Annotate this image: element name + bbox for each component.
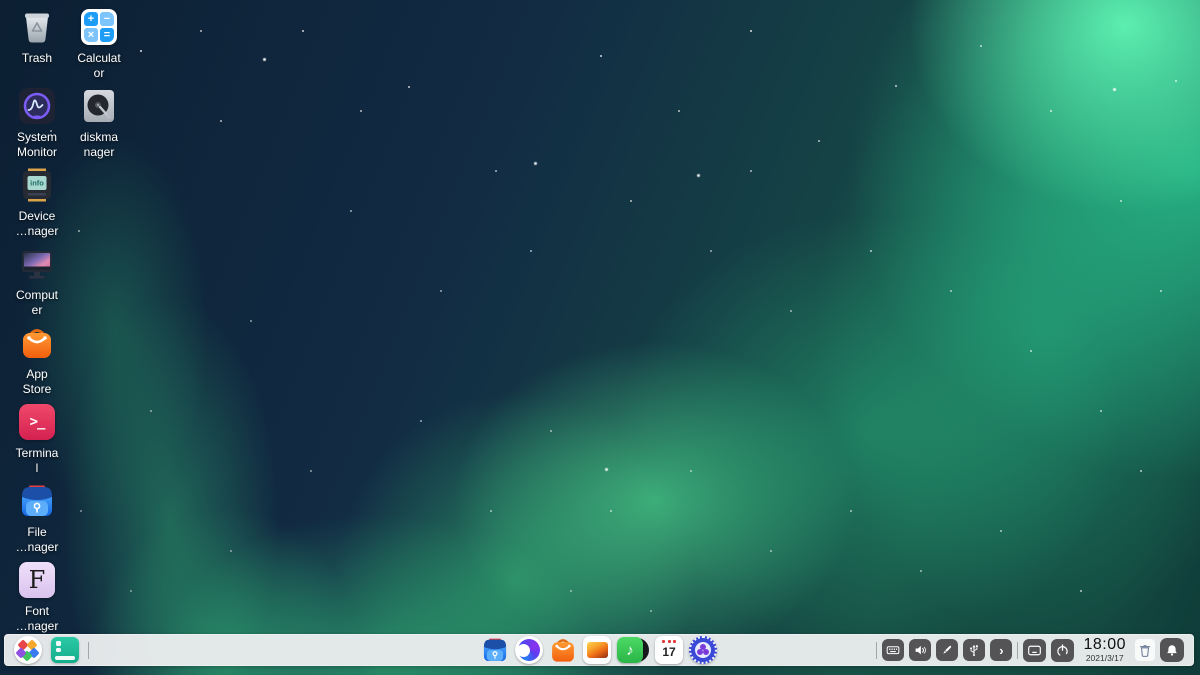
dock-app-control-center[interactable] <box>688 635 718 665</box>
desktop-icon-disk-manager[interactable]: diskma nager <box>68 87 130 159</box>
computer-icon <box>18 245 56 283</box>
multitask-square <box>56 648 61 653</box>
control-center-lobe <box>703 649 709 655</box>
volume-tray-button[interactable] <box>909 639 931 661</box>
dock-app-calendar[interactable]: 17 <box>654 635 684 665</box>
disk-manager-icon <box>80 87 118 125</box>
desktop-icon-computer[interactable]: Comput er <box>6 245 68 317</box>
tablet-pen-tray-button[interactable] <box>936 639 958 661</box>
album-photo <box>587 642 608 658</box>
control-center-icon <box>689 636 717 664</box>
keyboard-icon <box>885 642 901 658</box>
desktop-icon-label: Termina l <box>16 446 59 475</box>
dock-app-album[interactable] <box>582 635 612 665</box>
dock-divider <box>876 642 877 659</box>
desktop-icon-terminal[interactable]: >_ Termina l <box>6 403 68 475</box>
album-icon <box>583 636 611 664</box>
calendar-day: 17 <box>662 645 675 659</box>
app-store-icon <box>549 636 577 664</box>
desktop-icon-label: Calculat or <box>77 51 120 80</box>
browser-crescent <box>517 644 530 657</box>
dock-app-music[interactable]: ♪ <box>616 635 650 665</box>
desktop-icon-font-manager[interactable]: F Font …nager <box>6 561 68 633</box>
calendar-rings <box>662 640 676 643</box>
usb-icon <box>966 642 982 658</box>
dock-app-app-store[interactable] <box>548 635 578 665</box>
pen-icon <box>939 642 955 658</box>
power-icon <box>1054 642 1071 659</box>
multitask-square <box>56 641 61 646</box>
calc-multiply: × <box>84 28 98 42</box>
notification-center-button[interactable] <box>1160 638 1184 662</box>
desktop-icon-calculator[interactable]: + − × = Calculat or <box>68 8 130 80</box>
dock-app-file-manager[interactable] <box>480 635 510 665</box>
trash-small-icon <box>1138 643 1152 658</box>
dock-trash-button[interactable] <box>1135 639 1155 661</box>
desktop-icon-label: App Store <box>23 367 52 396</box>
dock-divider <box>88 642 89 659</box>
desktop-icon-app-store[interactable]: App Store <box>6 324 68 396</box>
dock-divider <box>1017 642 1018 659</box>
calc-plus: + <box>84 12 98 26</box>
desktop-icon-label: Font …nager <box>16 604 59 633</box>
trash-icon <box>18 8 56 46</box>
tray-expand-button[interactable]: › <box>990 639 1012 661</box>
chevron-right-icon: › <box>999 643 1003 658</box>
dock-left-section <box>14 636 89 664</box>
desktop-icon-file-manager[interactable]: File …nager <box>6 482 68 554</box>
usb-device-tray-button[interactable] <box>963 639 985 661</box>
terminal-prompt: >_ <box>30 414 45 430</box>
speaker-icon <box>912 642 928 658</box>
multitasking-view-button[interactable] <box>51 637 79 663</box>
file-manager-icon <box>18 482 56 520</box>
desktop-icon-system-monitor[interactable]: System Monitor <box>6 87 68 159</box>
desktop-icon-label: File …nager <box>16 525 59 554</box>
calc-equals: = <box>100 28 114 42</box>
desktop-icon-label: System Monitor <box>17 130 57 159</box>
font-manager-letter: F <box>29 566 46 594</box>
desktop-icon-label: Comput er <box>16 288 58 317</box>
display-settings-button[interactable] <box>1023 639 1046 662</box>
desktop-icon-device-manager[interactable]: info Device …nager <box>6 166 68 238</box>
launcher-button[interactable] <box>14 636 42 664</box>
onscreen-keyboard-tray-button[interactable] <box>882 639 904 661</box>
display-icon <box>1026 642 1043 659</box>
terminal-icon: >_ <box>18 403 56 441</box>
desktop-icon-label: diskma nager <box>80 130 118 159</box>
font-manager-icon: F <box>18 561 56 599</box>
dock-tray-section: › 18:00 2021/3/17 <box>876 637 1184 663</box>
device-manager-icon: info <box>18 166 56 204</box>
clock-time: 18:00 <box>1083 637 1126 653</box>
calendar-icon: 17 <box>655 636 683 664</box>
bell-icon <box>1164 642 1180 658</box>
file-manager-icon <box>481 636 509 664</box>
calc-minus: − <box>100 12 114 26</box>
music-icon: ♪ <box>617 635 649 665</box>
clock-widget[interactable]: 18:00 2021/3/17 <box>1083 637 1126 663</box>
music-note: ♪ <box>626 642 634 659</box>
device-manager-chip-text: info <box>30 179 44 188</box>
desktop-icon-label: Device …nager <box>16 209 59 238</box>
browser-icon <box>515 636 543 664</box>
shutdown-button[interactable] <box>1051 639 1074 662</box>
dock-app-area: ♪ 17 <box>480 635 718 665</box>
app-store-icon <box>18 324 56 362</box>
control-center-lobe <box>697 649 703 655</box>
desktop: Trash + − × = Calculat or System Monitor <box>0 0 1200 675</box>
clock-date: 2021/3/17 <box>1083 654 1126 663</box>
system-monitor-icon <box>18 87 56 125</box>
dock-app-browser[interactable] <box>514 635 544 665</box>
calculator-icon: + − × = <box>80 8 118 46</box>
dock-taskbar: ♪ 17 <box>4 634 1194 666</box>
multitask-bar <box>55 656 75 660</box>
desktop-icon-label: Trash <box>22 51 52 66</box>
aurora-wallpaper <box>0 0 1200 675</box>
desktop-icon-trash[interactable]: Trash <box>6 8 68 66</box>
